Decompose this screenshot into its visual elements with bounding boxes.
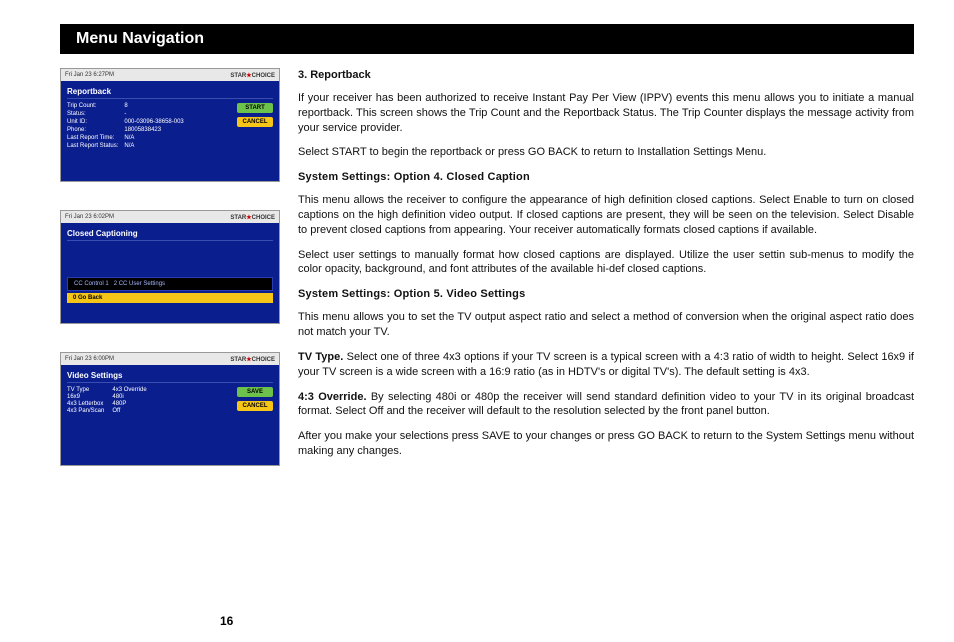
go-back-row[interactable]: 0 Go Back [67, 293, 273, 303]
screen-title: Closed Captioning [67, 227, 273, 241]
option-item[interactable]: 480P [112, 401, 146, 407]
screenshots-column: Fri Jan 23 6:27PM STAR★CHOICE Reportback… [60, 62, 280, 469]
field-value: 8 [124, 103, 183, 109]
option-item[interactable]: 4x3 Letterbox [67, 401, 104, 407]
section-title: 3. Reportback [298, 68, 914, 83]
paragraph: If your receiver has been authorized to … [298, 91, 914, 136]
save-button[interactable]: SAVE [237, 387, 273, 397]
paragraph: After you make your selections press SAV… [298, 429, 914, 459]
timestamp: Fri Jan 23 6:27PM [65, 72, 114, 78]
field-label: Trip Count: [67, 103, 118, 109]
timestamp: Fri Jan 23 6:02PM [65, 214, 114, 220]
field-value: - [124, 111, 183, 117]
brand-logo: STAR★CHOICE [230, 356, 275, 363]
option-item[interactable]: 4x3 Pan/Scan [67, 408, 104, 414]
page-header: Menu Navigation [60, 24, 914, 54]
content: Fri Jan 23 6:27PM STAR★CHOICE Reportback… [0, 62, 954, 469]
field-value: 000-03096-38658-003 [124, 119, 183, 125]
lead-term: 4:3 Override. [298, 391, 367, 403]
paragraph: This menu allows you to set the TV outpu… [298, 310, 914, 340]
screenshot-closed-caption: Fri Jan 23 6:02PM STAR★CHOICE Closed Cap… [60, 210, 280, 324]
start-button[interactable]: START [237, 103, 273, 113]
field-value: 18005838423 [124, 127, 183, 133]
page-number: 16 [220, 614, 233, 628]
lead-term: TV Type. [298, 351, 343, 363]
option-item[interactable]: Off [112, 408, 146, 414]
field-label: Last Report Time: [67, 135, 118, 141]
paragraph: Select START to begin the reportback or … [298, 145, 914, 160]
paragraph: This menu allows the receiver to configu… [298, 193, 914, 238]
section-title: System Settings: Option 4. Closed Captio… [298, 170, 914, 185]
field-label: Last Report Status: [67, 143, 118, 149]
brand-logo: STAR★CHOICE [230, 72, 275, 79]
screenshot-reportback: Fri Jan 23 6:27PM STAR★CHOICE Reportback… [60, 68, 280, 182]
section-title: System Settings: Option 5. Video Setting… [298, 287, 914, 302]
option-item[interactable]: 16x9 [67, 394, 104, 400]
cancel-button[interactable]: CANCEL [237, 401, 273, 411]
screenshot-video-settings: Fri Jan 23 6:00PM STAR★CHOICE Video Sett… [60, 352, 280, 466]
paragraph: 4:3 Override. By selecting 480i or 480p … [298, 390, 914, 420]
field-label: Unit ID: [67, 119, 118, 125]
option-header: 4x3 Override [112, 387, 146, 393]
text-column: 3. Reportback If your receiver has been … [298, 62, 914, 469]
field-value: N/A [124, 143, 183, 149]
field-label: Phone: [67, 127, 118, 133]
field-value: N/A [124, 135, 183, 141]
paragraph: Select user settings to manually format … [298, 248, 914, 278]
option-item[interactable]: 480i [112, 394, 146, 400]
timestamp: Fri Jan 23 6:00PM [65, 356, 114, 362]
paragraph: TV Type. Select one of three 4x3 options… [298, 350, 914, 380]
menu-row[interactable]: CC Control 1 2 CC User Settings [67, 277, 273, 291]
brand-logo: STAR★CHOICE [230, 214, 275, 221]
field-label: Status: [67, 111, 118, 117]
screen-title: Video Settings [67, 369, 273, 383]
cancel-button[interactable]: CANCEL [237, 117, 273, 127]
option-header: TV Type [67, 387, 104, 393]
screen-title: Reportback [67, 85, 273, 99]
